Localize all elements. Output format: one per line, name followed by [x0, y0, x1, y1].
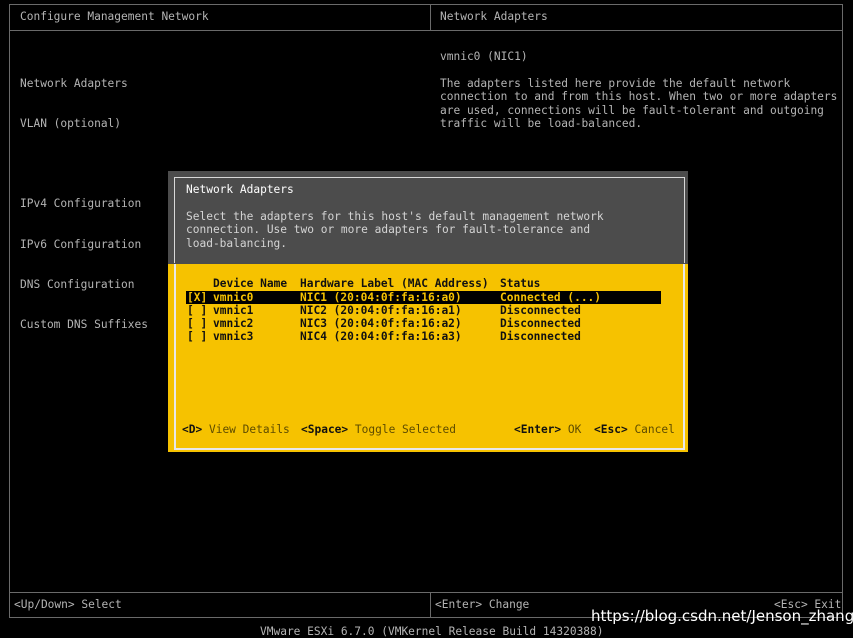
menu-item-dns[interactable]: DNS Configuration [20, 278, 148, 291]
adapter-hardware: NIC4 (20:04:0f:fa:16:a3) [300, 330, 462, 343]
version-footer: VMware ESXi 6.7.0 (VMKernel Release Buil… [260, 625, 604, 638]
adapter-checkbox[interactable]: [ ] [187, 330, 207, 343]
hotkey-key: <Enter> [514, 423, 562, 436]
cancel-button[interactable]: <Esc> Cancel [594, 423, 675, 436]
adapter-status: Disconnected [500, 330, 581, 343]
hotkey-key: <Space> [301, 423, 349, 436]
adapter-status: Disconnected [500, 304, 581, 317]
view-details-hotkey[interactable]: <D> View Details [182, 423, 290, 436]
header-split [430, 4, 431, 30]
adapter-hardware: NIC3 (20:04:0f:fa:16:a2) [300, 317, 462, 330]
adapter-status: Disconnected [500, 317, 581, 330]
menu-item-vlan[interactable]: VLAN (optional) [20, 117, 148, 130]
hotkey-label: View Details [208, 423, 290, 436]
status-divider [9, 592, 843, 593]
adapter-device: vmnic3 [213, 330, 254, 343]
ok-button[interactable]: <Enter> OK [514, 423, 581, 436]
adapter-hardware: NIC2 (20:04:0f:fa:16:a1) [300, 304, 462, 317]
watermark: https://blog.csdn.net/Jenson_zhang [591, 607, 853, 625]
config-menu: Network Adapters VLAN (optional) IPv4 Co… [20, 50, 148, 345]
hotkey-key: <Esc> [594, 423, 628, 436]
column-header-device: Device Name [213, 277, 288, 290]
hotkey-label: OK [567, 423, 582, 436]
column-header-status: Status [500, 277, 541, 290]
detail-title: Network Adapters [440, 10, 548, 23]
dialog-description: Select the adapters for this host's defa… [186, 210, 604, 250]
adapter-device: vmnic1 [213, 304, 254, 317]
network-adapters-dialog: Network Adapters Select the adapters for… [168, 171, 688, 452]
hotkey-key: <D> [182, 423, 203, 436]
adapter-description: The adapters listed here provide the def… [440, 77, 838, 131]
adapter-hardware: NIC1 (20:04:0f:fa:16:a0) [300, 291, 462, 304]
adapter-device: vmnic0 [213, 291, 254, 304]
adapter-checkbox[interactable]: [X] [187, 291, 207, 304]
menu-item-ipv4[interactable]: IPv4 Configuration [20, 197, 148, 210]
menu-item-network-adapters[interactable]: Network Adapters [20, 77, 148, 90]
toggle-selected-hotkey[interactable]: <Space> Toggle Selected [301, 423, 456, 436]
menu-item-ipv6[interactable]: IPv6 Configuration [20, 238, 148, 251]
status-split [430, 592, 431, 618]
adapter-row[interactable]: [ ] vmnic3 NIC4 (20:04:0f:fa:16:a3) Disc… [186, 330, 661, 343]
adapter-checkbox[interactable]: [ ] [187, 304, 207, 317]
select-hint: <Up/Down> Select [14, 598, 122, 611]
adapter-row[interactable]: [ ] vmnic1 NIC2 (20:04:0f:fa:16:a1) Disc… [186, 304, 661, 317]
adapter-device: vmnic2 [213, 317, 254, 330]
dialog-title: Network Adapters [186, 183, 294, 196]
menu-item-custom-dns-suffixes[interactable]: Custom DNS Suffixes [20, 318, 148, 331]
header-divider [9, 30, 843, 31]
adapter-checkbox[interactable]: [ ] [187, 317, 207, 330]
hotkey-label: Toggle Selected [354, 423, 456, 436]
selected-adapter-title: vmnic0 (NIC1) [440, 50, 528, 63]
hotkey-label: Cancel [634, 423, 675, 436]
page-title: Configure Management Network [20, 10, 209, 23]
adapter-row[interactable]: [X] vmnic0 NIC1 (20:04:0f:fa:16:a0) Conn… [186, 291, 661, 304]
adapter-status: Connected (...) [500, 291, 602, 304]
adapter-row[interactable]: [ ] vmnic2 NIC3 (20:04:0f:fa:16:a2) Disc… [186, 317, 661, 330]
change-hint: <Enter> Change [435, 598, 530, 611]
column-header-hardware: Hardware Label (MAC Address) [300, 277, 489, 290]
